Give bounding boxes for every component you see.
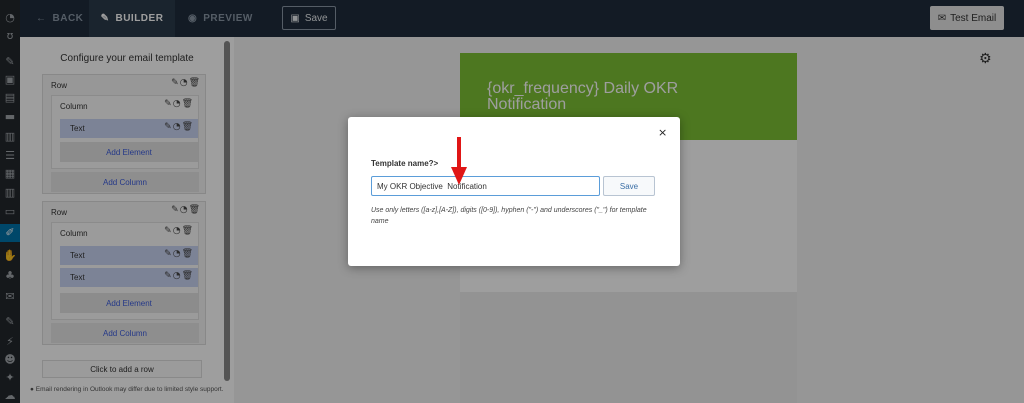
annotation-arrow-icon [451, 137, 467, 185]
close-icon[interactable]: × [658, 126, 667, 139]
template-name-dialog: × Template name?> Save Use only letters … [348, 117, 680, 266]
template-name-help: Use only letters ([a-z],[A-Z]), digits (… [371, 207, 647, 225]
modal-save-button[interactable]: Save [603, 176, 655, 196]
template-name-label: Template name?> [371, 159, 439, 168]
template-name-input[interactable] [371, 176, 600, 196]
